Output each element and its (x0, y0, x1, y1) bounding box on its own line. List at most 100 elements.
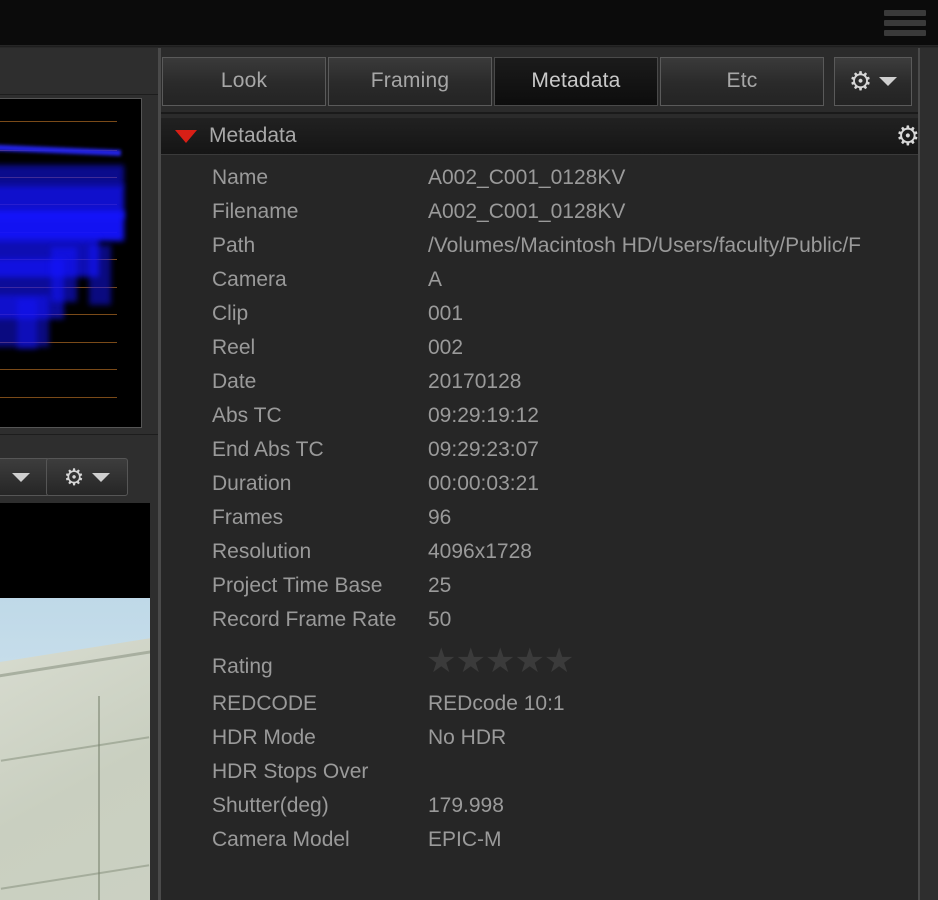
waveform-scope-canvas (0, 99, 141, 427)
field-label: Name (212, 166, 269, 189)
field-label: End Abs TC (212, 438, 324, 461)
field-value: A002_C001_0128KV (428, 166, 626, 189)
table-row: Project Time Base 25 (161, 569, 938, 603)
table-row: Camera A (161, 263, 938, 297)
table-row: Resolution 4096x1728 (161, 535, 938, 569)
field-value: No HDR (428, 726, 507, 749)
field-label: Abs TC (212, 404, 282, 427)
tab-framing[interactable]: Framing (328, 56, 492, 106)
field-value: 4096x1728 (428, 540, 532, 563)
field-value: 09:29:23:07 (428, 438, 539, 461)
metadata-list: Name A002_C001_0128KV Filename A002_C001… (161, 155, 938, 900)
table-row: Path /Volumes/Macintosh HD/Users/faculty… (161, 229, 938, 263)
hamburger-line (884, 10, 926, 16)
field-value: 00:00:03:21 (428, 472, 539, 495)
tab-metadata[interactable]: Metadata (494, 56, 658, 106)
scope-trace (17, 299, 37, 349)
scope-trace (0, 165, 124, 187)
table-row: Shutter(deg) 179.998 (161, 789, 938, 823)
field-value: A (428, 268, 443, 291)
field-label: Clip (212, 302, 249, 325)
field-label: Duration (212, 472, 292, 495)
field-value: REDcode 10:1 (428, 692, 565, 715)
hamburger-menu-icon[interactable] (884, 10, 926, 36)
field-value: 50 (428, 608, 452, 631)
field-value: A002_C001_0128KV (428, 200, 626, 223)
field-value: 25 (428, 574, 452, 597)
field-value: EPIC-M (428, 828, 502, 851)
table-row: Camera Model EPIC-M (161, 823, 938, 857)
table-row: Abs TC 09:29:19:12 (161, 399, 938, 433)
table-row: Duration 00:00:03:21 (161, 467, 938, 501)
field-label: Camera Model (212, 828, 350, 851)
panel-options-button[interactable]: ⚙ (834, 56, 912, 106)
field-label: Filename (212, 200, 299, 223)
chevron-down-icon (12, 472, 30, 482)
application-window: ⚙ Look Framing Metadata Etc ⚙ Metadata ⚙… (0, 0, 938, 900)
metadata-panel: Look Framing Metadata Etc ⚙ Metadata ⚙ N… (161, 48, 938, 900)
field-value: 001 (428, 302, 464, 325)
field-value: 179.998 (428, 794, 504, 817)
chevron-down-icon (879, 76, 898, 86)
field-value: 09:29:19:12 (428, 404, 539, 427)
tab-etc[interactable]: Etc (660, 56, 824, 106)
field-value: /Volumes/Macintosh HD/Users/faculty/Publ… (428, 234, 861, 257)
tab-look[interactable]: Look (162, 56, 326, 106)
field-label: Project Time Base (212, 574, 383, 597)
table-row: Filename A002_C001_0128KV (161, 195, 938, 229)
table-row: HDR Stops Over (161, 755, 938, 789)
field-label: Reel (212, 336, 256, 359)
table-row: Date 20170128 (161, 365, 938, 399)
tab-bar-divider (161, 112, 938, 114)
tab-bar: Look Framing Metadata Etc ⚙ (161, 55, 938, 107)
scope-gridline (0, 121, 117, 122)
gear-icon: ⚙ (63, 463, 85, 490)
left-sidebar: ⚙ (0, 48, 160, 900)
field-value: 20170128 (428, 370, 522, 393)
field-label: Resolution (212, 540, 312, 563)
left-panel-divider (0, 434, 160, 435)
clip-preview-thumbnail[interactable] (0, 598, 150, 900)
table-row: Frames 96 (161, 501, 938, 535)
table-row: REDCODE REDcode 10:1 (161, 687, 938, 721)
scope-toolbar-top (0, 48, 160, 95)
gear-icon: ⚙ (895, 121, 920, 151)
field-value: 002 (428, 336, 464, 359)
rating-stars[interactable]: ★★★★★ (426, 644, 574, 678)
scope-gridline (0, 397, 117, 398)
metadata-settings-button[interactable]: ⚙ (896, 123, 920, 150)
gear-icon: ⚙ (848, 66, 873, 96)
field-label: Date (212, 370, 257, 393)
metadata-section-header[interactable]: Metadata ⚙ (161, 118, 938, 155)
scope-toolbar-bottom: ⚙ (0, 452, 160, 502)
hamburger-line (884, 30, 926, 36)
right-edge-chrome (920, 48, 938, 900)
field-label: Path (212, 234, 256, 257)
field-label: Camera (212, 268, 287, 291)
field-label: Rating (212, 655, 273, 678)
scope-settings-gear[interactable]: ⚙ (46, 458, 128, 496)
field-label: Record Frame Rate (212, 608, 397, 631)
table-row: Record Frame Rate 50 (161, 603, 938, 637)
scope-trace (0, 144, 122, 156)
preview-letterbox (0, 503, 150, 598)
field-value: 96 (428, 506, 452, 529)
scope-gridline (0, 369, 117, 370)
top-bar (0, 0, 938, 45)
table-row: Reel 002 (161, 331, 938, 365)
table-row: End Abs TC 09:29:23:07 (161, 433, 938, 467)
table-row: Clip 001 (161, 297, 938, 331)
triangle-down-icon[interactable] (175, 129, 197, 143)
hamburger-line (884, 20, 926, 26)
field-label: REDCODE (212, 692, 318, 715)
scope-trace (89, 245, 111, 305)
field-label: HDR Stops Over (212, 760, 369, 783)
waveform-scope[interactable] (0, 98, 142, 428)
preview-seam (98, 696, 100, 900)
chevron-down-icon (92, 472, 111, 482)
right-panel-splitter[interactable] (918, 48, 920, 900)
table-row: Name A002_C001_0128KV (161, 161, 938, 195)
scope-preset-dropdown[interactable] (0, 458, 50, 496)
field-label: Shutter(deg) (212, 794, 329, 817)
scope-trace (51, 247, 77, 302)
